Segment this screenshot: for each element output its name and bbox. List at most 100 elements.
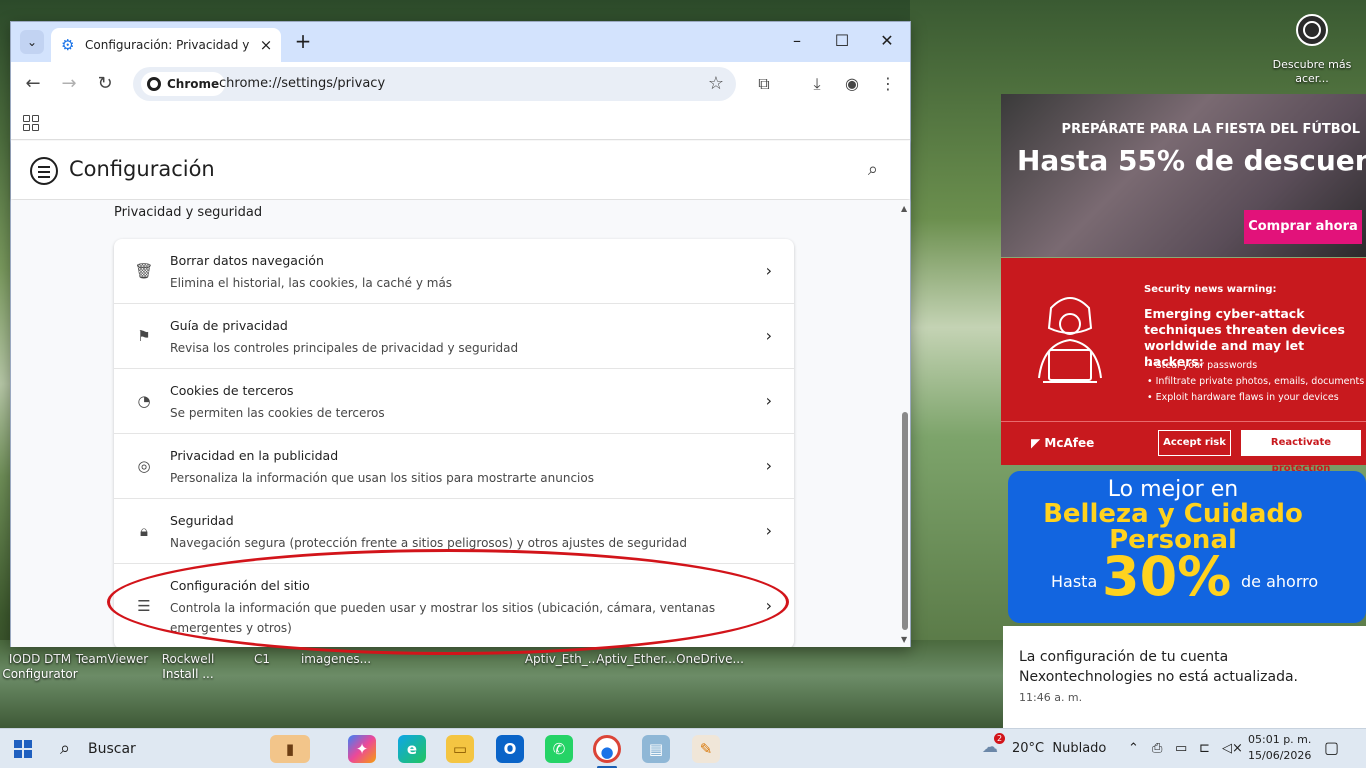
chevron-right-icon: › (765, 261, 772, 280)
ad-beauty[interactable]: Lo mejor en Belleza y Cuidado Personal H… (1008, 471, 1366, 623)
volume-muted-icon[interactable]: ◁× (1222, 741, 1243, 756)
ad-mcafee[interactable]: Security news warning: Emerging cyber-at… (1001, 258, 1366, 474)
close-tab-icon[interactable]: × (257, 36, 275, 54)
paint-icon[interactable]: ✎ (692, 735, 720, 763)
lock-icon: 🔒︎ (140, 522, 148, 540)
trash-icon: 🗑 (134, 262, 154, 280)
notification-center-icon[interactable]: ▢ (1324, 738, 1339, 757)
row-sublabel: Personaliza la información que usan los … (170, 471, 594, 485)
chevron-right-icon: › (765, 391, 772, 410)
desktop-icon-rockwell[interactable]: Rockwell Install ... (148, 652, 228, 682)
outlook-icon[interactable]: O (496, 735, 524, 763)
scroll-up-icon[interactable]: ▲ (901, 204, 907, 213)
row-label: Cookies de terceros (170, 383, 294, 398)
hacker-icon (1038, 297, 1102, 383)
toolbar: ← → ↻ Chrome chrome://settings/privacy ☆… (11, 62, 910, 106)
ad1-cta-button[interactable]: Comprar ahora (1244, 210, 1362, 244)
desktop-icon-aptiv-eth[interactable]: Aptiv_Eth_... (522, 652, 602, 667)
chrome-window: ⌄ ⚙ Configuración: Privacidad y segurida… (10, 21, 911, 647)
file-explorer-icon[interactable]: ▭ (446, 735, 474, 763)
scroll-down-icon[interactable]: ▼ (901, 635, 907, 644)
row-security[interactable]: 🔒︎ Seguridad Navegación segura (protecci… (114, 499, 794, 564)
row-third-party-cookies[interactable]: ◔ Cookies de terceros Se permiten las co… (114, 369, 794, 434)
desktop-icon-onedrive[interactable]: OneDrive... (670, 652, 750, 667)
chrome-logo-icon (147, 77, 161, 91)
desktop-icon-teamviewer[interactable]: TeamViewer (72, 652, 152, 667)
tray-icon[interactable]: ⊏ (1199, 741, 1210, 756)
search-icon[interactable]: ⌕ (868, 159, 878, 180)
ad3-post: de ahorro (1241, 572, 1319, 591)
notes-app-icon[interactable]: ▤ (642, 735, 670, 763)
privacy-card: 🗑 Borrar datos navegación Elimina el his… (114, 239, 794, 647)
settings-header: Configuración ⌕ (11, 141, 910, 199)
windows-start-icon[interactable] (14, 740, 32, 758)
tab-strip: ⌄ ⚙ Configuración: Privacidad y segurida… (11, 22, 910, 62)
profile-icon[interactable]: ◉ (840, 72, 864, 96)
minimize-button[interactable]: – (775, 28, 819, 54)
chrome-taskbar-icon[interactable]: ● (593, 735, 621, 763)
ad2-bullet: Exploit hardware flaws in your devices (1147, 390, 1364, 406)
row-sublabel: Navegación segura (protección frente a s… (170, 536, 688, 550)
taskbar-widget-icon[interactable]: ▮ (270, 735, 310, 763)
row-label: Guía de privacidad (170, 318, 288, 333)
desktop-icon-aptiv-ether[interactable]: Aptiv_Ether... (596, 652, 676, 667)
discover-button[interactable] (1288, 12, 1336, 52)
reactivate-protection-button[interactable]: Reactivate protection (1241, 430, 1361, 474)
close-window-button[interactable]: ✕ (865, 28, 909, 54)
site-chip[interactable]: Chrome (141, 72, 226, 96)
clock-time: 05:01 p. m. (1248, 733, 1312, 746)
tab-search-button[interactable]: ⌄ (20, 30, 44, 54)
account-notification[interactable]: La configuración de tu cuenta Nexontechn… (1003, 626, 1366, 728)
taskbar-search[interactable]: ⌕ Buscar (50, 729, 258, 768)
row-sublabel: Controla la información que pueden usar … (170, 601, 716, 635)
row-clear-browsing-data[interactable]: 🗑 Borrar datos navegación Elimina el his… (114, 239, 794, 304)
network-icon[interactable]: ▭ (1175, 741, 1187, 756)
bookmark-star-icon[interactable]: ☆ (708, 73, 724, 94)
clock[interactable]: 05:01 p. m. 15/06/2026 (1248, 732, 1311, 764)
hamburger-menu-icon[interactable] (30, 157, 58, 185)
ad1-headline: Hasta 55% de descuento (1017, 144, 1366, 177)
desktop-icon-c1[interactable]: C1 (222, 652, 302, 667)
back-button[interactable]: ← (19, 70, 47, 98)
forward-button[interactable]: → (55, 70, 83, 98)
row-ad-privacy[interactable]: ◎ Privacidad en la publicidad Personaliz… (114, 434, 794, 499)
apps-grid-icon[interactable] (23, 115, 39, 131)
reload-button[interactable]: ↻ (91, 70, 119, 98)
scroll-thumb[interactable] (902, 412, 908, 630)
scrollbar[interactable]: ▲ ▼ (900, 202, 910, 646)
tab-settings[interactable]: ⚙ Configuración: Privacidad y seguridad … (51, 28, 281, 62)
ad-target-icon: ◎ (137, 457, 151, 475)
cookie-icon: ◔ (137, 392, 151, 410)
weather-widget[interactable]: ☁ 2 (982, 733, 1005, 756)
maximize-button[interactable]: ☐ (820, 28, 864, 54)
ad2-footer: ◤ McAfee Accept risk Reactivate protecti… (1001, 421, 1366, 474)
row-label: Borrar datos navegación (170, 253, 324, 268)
edge-icon[interactable]: e (398, 735, 426, 763)
page-title: Configuración (69, 157, 215, 181)
device-icon[interactable]: ⎙ (1152, 741, 1162, 756)
gear-icon: ⚙ (61, 36, 75, 54)
chevron-down-icon: ⌄ (26, 35, 38, 49)
signpost-icon: ⚑ (137, 327, 151, 345)
row-sublabel: Elimina el historial, las cookies, la ca… (170, 276, 453, 290)
address-bar[interactable]: Chrome chrome://settings/privacy ☆ (133, 67, 736, 101)
copilot-icon[interactable]: ✦ (348, 735, 376, 763)
accept-risk-button[interactable]: Accept risk (1158, 430, 1231, 456)
notification-text: La configuración de tu cuenta Nexontechn… (1019, 649, 1298, 685)
whatsapp-icon[interactable]: ✆ (545, 735, 573, 763)
extensions-icon[interactable]: ⧉ (752, 72, 776, 96)
download-icon[interactable]: ⤓ (805, 72, 829, 96)
ad-football[interactable]: PREPÁRATE PARA LA FIESTA DEL FÚTBOL Hast… (1001, 94, 1366, 257)
ad2-kicker: Security news warning: (1144, 284, 1277, 295)
row-privacy-guide[interactable]: ⚑ Guía de privacidad Revisa los controle… (114, 304, 794, 369)
clock-date: 15/06/2026 (1248, 749, 1312, 762)
row-site-settings[interactable]: ☰ Configuración del sitio Controla la in… (114, 564, 794, 647)
row-label: Configuración del sitio (170, 578, 310, 593)
desktop-icon-iodd[interactable]: IODD DTM Configurator (0, 652, 80, 682)
more-menu-icon[interactable]: ⋮ (876, 72, 900, 96)
desktop-icon-imagenes[interactable]: imagenes... (296, 652, 376, 667)
ad3-pre: Hasta (1051, 572, 1098, 591)
weather-badge: 2 (994, 733, 1005, 744)
chevron-up-icon[interactable]: ⌃ (1128, 741, 1139, 756)
new-tab-button[interactable]: + (291, 30, 315, 54)
